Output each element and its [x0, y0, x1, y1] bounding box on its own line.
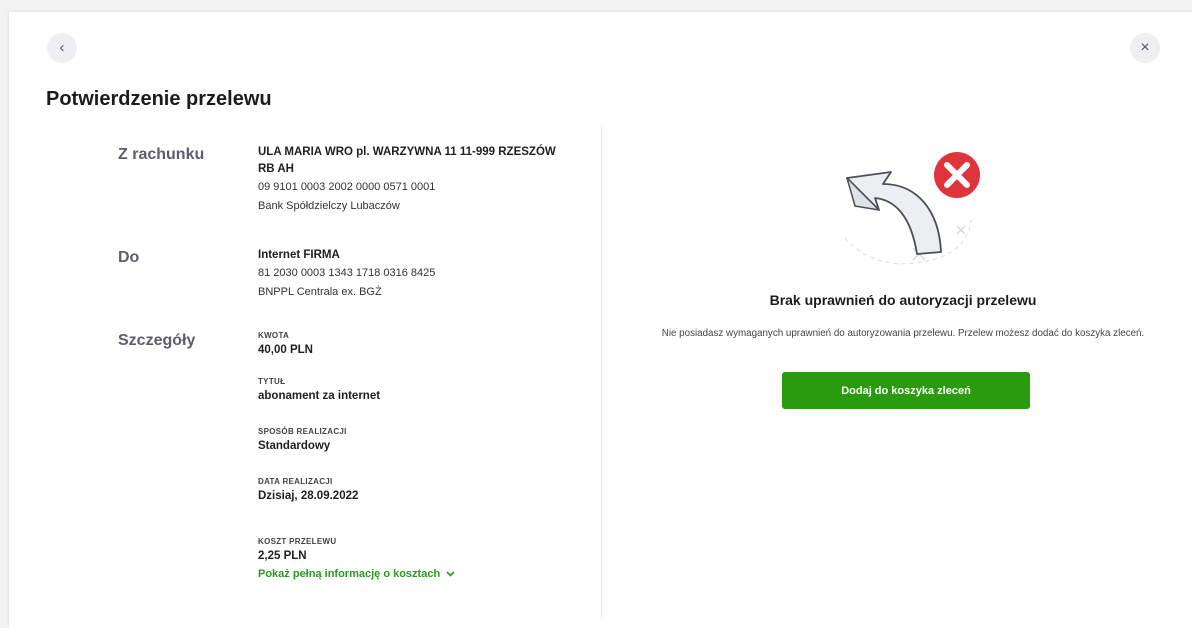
close-icon: × — [1140, 39, 1150, 56]
amount-label: KWOTA — [258, 331, 290, 340]
date-field: DATA REALIZACJI Dzisiaj, 28.09.2022 — [258, 476, 578, 504]
add-to-basket-button[interactable]: Dodaj do koszyka zleceń — [782, 372, 1030, 409]
back-button[interactable]: ‹ — [47, 33, 77, 63]
recipient-account-number: 81 2030 0003 1343 1718 0316 8425 — [258, 267, 436, 279]
from-bank-name: Bank Spółdzielczy Lubaczów — [258, 200, 400, 212]
amount-field: KWOTA 40,00 PLN — [258, 330, 578, 358]
show-cost-info-link-text: Pokaż pełną informację o kosztach — [258, 568, 441, 580]
page-title: Potwierdzenie przelewu — [46, 88, 272, 110]
dashed-circle-decoration — [844, 219, 972, 265]
column-divider — [601, 127, 602, 617]
from-account-name: ULA MARIA WRO pl. WARZYWNA 11 11-999 RZE… — [258, 146, 556, 158]
execution-date-value: Dzisiaj, 28.09.2022 — [258, 490, 359, 502]
curved-arrow-icon — [846, 171, 942, 255]
transfer-confirmation-panel: ‹ × Potwierdzenie przelewu Z rachunku UL… — [9, 12, 1192, 628]
recipient-name: Internet FIRMA — [258, 249, 340, 261]
execution-mode-label: SPOSÓB REALIZACJI — [258, 427, 347, 436]
cost-field: KOSZT PRZELEWU 2,25 PLN Pokaż pełną info… — [258, 536, 578, 583]
mode-field: SPOSÓB REALIZACJI Standardowy — [258, 426, 578, 454]
chevron-left-icon: ‹ — [59, 39, 65, 56]
from-account-label: Z rachunku — [118, 146, 205, 163]
transfer-cost-label: KOSZT PRZELEWU — [258, 537, 337, 546]
details-label: Szczegóły — [118, 332, 196, 349]
recipient-bank-name: BNPPL Centrala ex. BGŻ — [258, 286, 382, 298]
from-account-name-cont: RB AH — [258, 163, 294, 175]
from-account-block: ULA MARIA WRO pl. WARZYWNA 11 11-999 RZE… — [258, 144, 578, 216]
show-cost-info-link[interactable]: Pokaż pełną informację o kosztach — [258, 565, 455, 583]
transfer-title-label: TYTUŁ — [258, 377, 286, 386]
to-account-block: Internet FIRMA 81 2030 0003 1343 1718 03… — [258, 247, 578, 302]
close-button[interactable]: × — [1130, 33, 1160, 63]
title-field: TYTUŁ abonament za internet — [258, 376, 578, 404]
execution-mode-value: Standardowy — [258, 440, 331, 452]
error-title: Brak uprawnień do autoryzacji przelewu — [769, 292, 1037, 308]
chevron-down-icon — [446, 571, 455, 577]
transfer-cost-value: 2,25 PLN — [258, 550, 307, 562]
error-x-icon — [934, 152, 980, 198]
no-permission-illustration — [844, 152, 980, 265]
to-account-label: Do — [118, 249, 140, 266]
amount-value: 40,00 PLN — [258, 344, 313, 356]
error-message: Nie posiadasz wymaganych uprawnień do au… — [661, 328, 1145, 339]
execution-date-label: DATA REALIZACJI — [258, 477, 333, 486]
from-account-number: 09 9101 0003 2002 0000 0571 0001 — [258, 181, 436, 193]
transfer-title-value: abonament za internet — [258, 390, 381, 402]
